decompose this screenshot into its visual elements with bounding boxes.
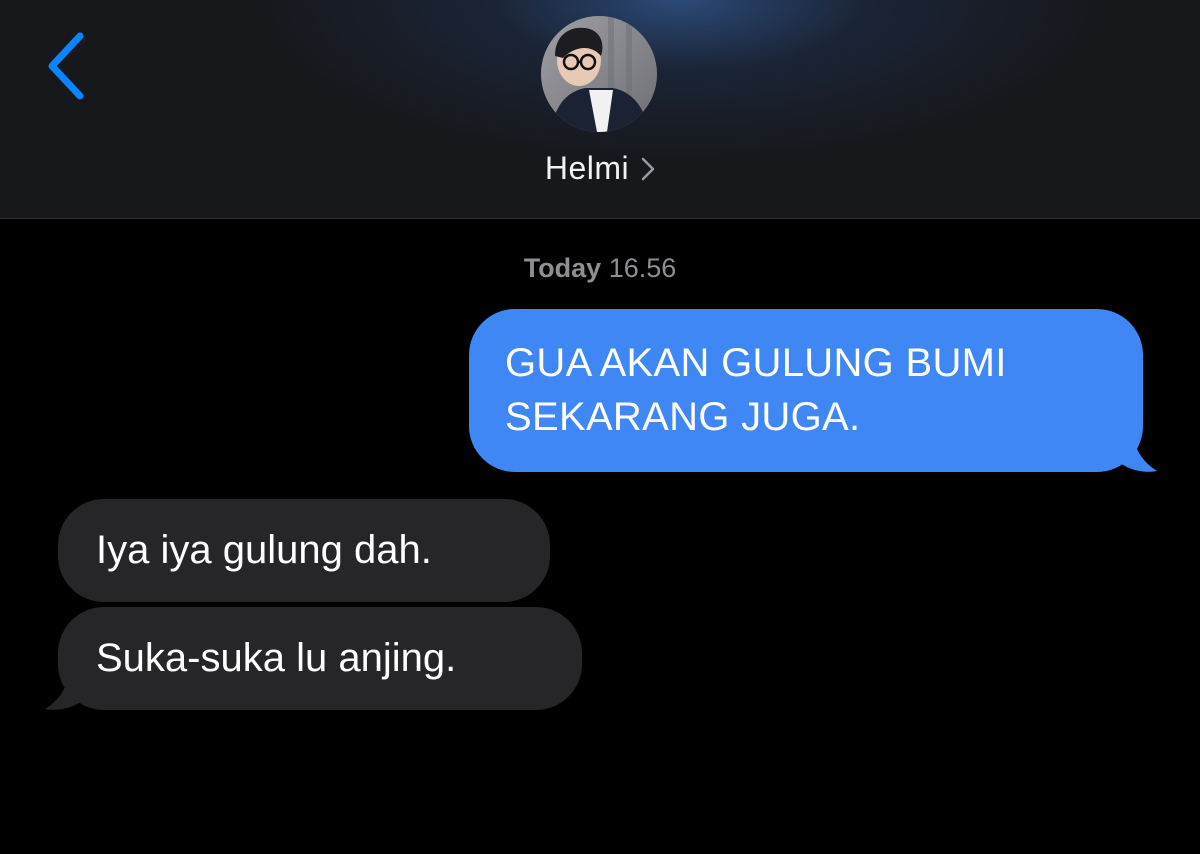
timestamp-day: Today [523, 253, 602, 283]
chevron-right-icon [641, 157, 655, 180]
contact-name-button[interactable]: Helmi [0, 146, 1200, 190]
message-line: SEKARANG JUGA. [505, 395, 861, 439]
back-button[interactable] [36, 26, 100, 106]
chevron-left-icon [48, 32, 84, 100]
avatar-photo [541, 16, 657, 132]
message-timestamp: Today 16.56 [0, 250, 1200, 286]
incoming-message-bubble[interactable]: Iya iya gulung dah. [58, 499, 550, 602]
conversation-header: Helmi [0, 0, 1200, 219]
outgoing-message-bubble[interactable]: GUA AKAN GULUNG BUMI SEKARANG JUGA. [469, 309, 1143, 472]
incoming-message-bubble[interactable]: Suka-suka lu anjing. [58, 607, 582, 710]
contact-avatar[interactable] [541, 16, 657, 132]
timestamp-time: 16.56 [608, 253, 677, 283]
contact-name: Helmi [544, 150, 630, 186]
message-text: Iya iya gulung dah. [96, 528, 432, 572]
message-text: Suka-suka lu anjing. [96, 636, 457, 680]
message-line: GUA AKAN GULUNG BUMI [505, 341, 1007, 385]
